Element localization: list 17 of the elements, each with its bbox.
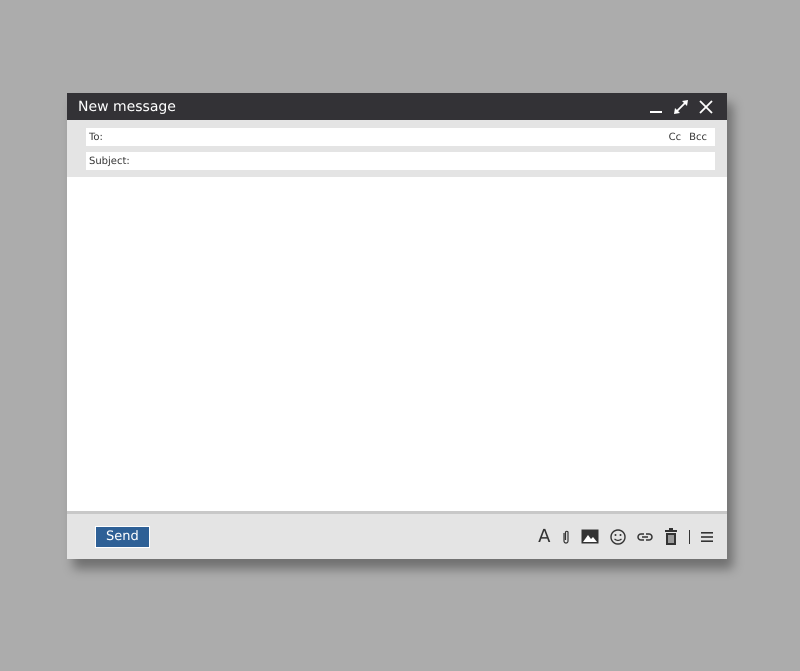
input-field[interactable]: To: Cc Bcc bbox=[86, 128, 715, 146]
expand-icon[interactable] bbox=[673, 98, 689, 114]
format-button[interactable]: A bbox=[538, 526, 550, 547]
window-title: New message bbox=[78, 98, 176, 114]
recipient-link[interactable]: Cc bbox=[668, 132, 682, 142]
recipient-link[interactable]: Bcc bbox=[689, 132, 707, 142]
trash-icon[interactable] bbox=[664, 528, 678, 545]
image-icon[interactable] bbox=[580, 529, 598, 544]
input-field[interactable]: Subject: bbox=[86, 152, 715, 170]
smiley-icon[interactable] bbox=[610, 528, 626, 544]
close-icon[interactable] bbox=[699, 100, 713, 114]
menu-icon[interactable] bbox=[701, 530, 713, 542]
link-icon[interactable] bbox=[636, 530, 652, 542]
field-label: To: bbox=[89, 132, 103, 142]
field-label: Subject: bbox=[89, 156, 130, 166]
send-button[interactable]: Send bbox=[95, 526, 150, 548]
paperclip-icon[interactable] bbox=[562, 528, 570, 544]
